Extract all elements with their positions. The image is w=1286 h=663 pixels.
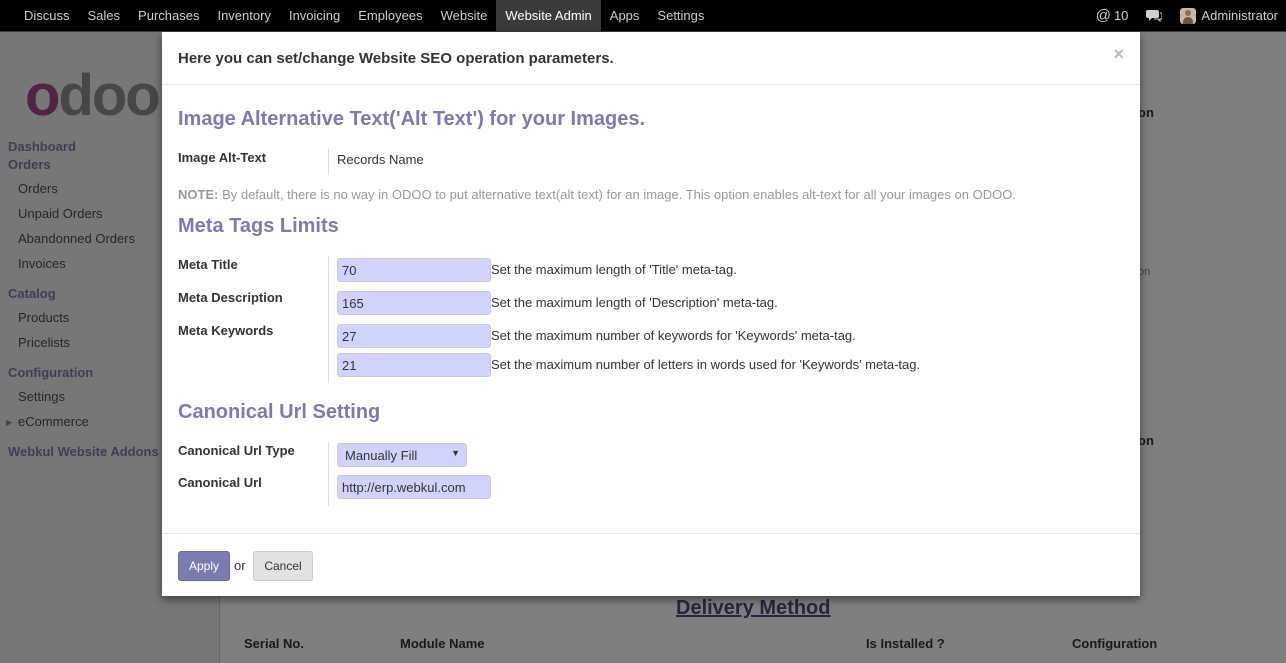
mentions-button[interactable]: @ 10 bbox=[1096, 7, 1129, 24]
menu-discuss[interactable]: Discuss bbox=[15, 0, 79, 31]
meta-title-input[interactable] bbox=[337, 258, 491, 282]
user-name: Administrator bbox=[1201, 8, 1278, 23]
main-menu: Discuss Sales Purchases Inventory Invoic… bbox=[15, 0, 713, 31]
avatar bbox=[1180, 7, 1197, 24]
user-menu[interactable]: Administrator bbox=[1180, 7, 1278, 24]
mentions-count: 10 bbox=[1113, 8, 1129, 23]
canonical-url-type-select[interactable]: Manually Fill ▼ bbox=[337, 443, 467, 467]
menu-employees[interactable]: Employees bbox=[349, 0, 431, 31]
seo-settings-modal: Here you can set/change Website SEO oper… bbox=[162, 32, 1140, 596]
meta-tags-section-title: Meta Tags Limits bbox=[178, 215, 339, 237]
canonical-url-input[interactable] bbox=[337, 475, 491, 499]
apply-button[interactable]: Apply bbox=[178, 551, 230, 581]
field-divider bbox=[328, 256, 329, 383]
meta-description-label: Meta Description bbox=[178, 290, 283, 305]
menu-website[interactable]: Website bbox=[432, 0, 497, 31]
meta-keywords-count-input[interactable] bbox=[337, 324, 491, 348]
cancel-button[interactable]: Cancel bbox=[253, 551, 313, 581]
meta-keywords-count-help: Set the maximum number of keywords for '… bbox=[491, 328, 856, 343]
modal-header: Here you can set/change Website SEO oper… bbox=[162, 32, 1140, 85]
caret-down-icon: ▼ bbox=[451, 448, 460, 458]
meta-title-label: Meta Title bbox=[178, 257, 238, 272]
modal-title: Here you can set/change Website SEO oper… bbox=[178, 50, 614, 67]
meta-keywords-letters-input[interactable] bbox=[337, 353, 491, 377]
canonical-url-type-value: Manually Fill bbox=[345, 448, 418, 463]
note-text: By default, there is no way in ODOO to p… bbox=[218, 187, 1016, 202]
meta-description-help: Set the maximum length of 'Description' … bbox=[491, 295, 778, 310]
meta-keywords-label: Meta Keywords bbox=[178, 323, 274, 338]
at-icon: @ bbox=[1095, 7, 1111, 24]
meta-description-input[interactable] bbox=[337, 291, 491, 315]
navbar-right: @ 10 Administrator bbox=[1078, 0, 1278, 31]
canonical-url-type-label: Canonical Url Type bbox=[178, 443, 295, 458]
close-icon[interactable]: × bbox=[1113, 44, 1124, 65]
menu-inventory[interactable]: Inventory bbox=[208, 0, 279, 31]
chat-bubble-icon bbox=[1146, 9, 1163, 22]
menu-apps[interactable]: Apps bbox=[601, 0, 649, 31]
menu-sales[interactable]: Sales bbox=[79, 0, 130, 31]
or-text: or bbox=[234, 558, 246, 573]
meta-keywords-letters-help: Set the maximum number of letters in wor… bbox=[491, 357, 921, 372]
note-prefix: NOTE: bbox=[178, 187, 219, 202]
menu-invoicing[interactable]: Invoicing bbox=[280, 0, 349, 31]
menu-website-admin[interactable]: Website Admin bbox=[496, 0, 601, 31]
field-divider bbox=[328, 149, 329, 175]
alt-text-note: NOTE: By default, there is no way in ODO… bbox=[178, 187, 1016, 202]
canonical-url-section-title: Canonical Url Setting bbox=[178, 401, 381, 423]
image-alt-text-value[interactable]: Records Name bbox=[337, 152, 424, 167]
modal-footer: Apply or Cancel bbox=[162, 533, 1140, 597]
canonical-url-label: Canonical Url bbox=[178, 475, 262, 490]
top-navbar: Discuss Sales Purchases Inventory Invoic… bbox=[0, 0, 1286, 32]
meta-title-help: Set the maximum length of 'Title' meta-t… bbox=[491, 262, 737, 277]
alt-text-section-title: Image Alternative Text('Alt Text') for y… bbox=[178, 108, 646, 130]
menu-settings[interactable]: Settings bbox=[648, 0, 713, 31]
image-alt-text-label: Image Alt-Text bbox=[178, 150, 267, 165]
menu-purchases[interactable]: Purchases bbox=[129, 0, 208, 31]
chat-button[interactable] bbox=[1146, 9, 1163, 23]
field-divider bbox=[328, 442, 329, 506]
